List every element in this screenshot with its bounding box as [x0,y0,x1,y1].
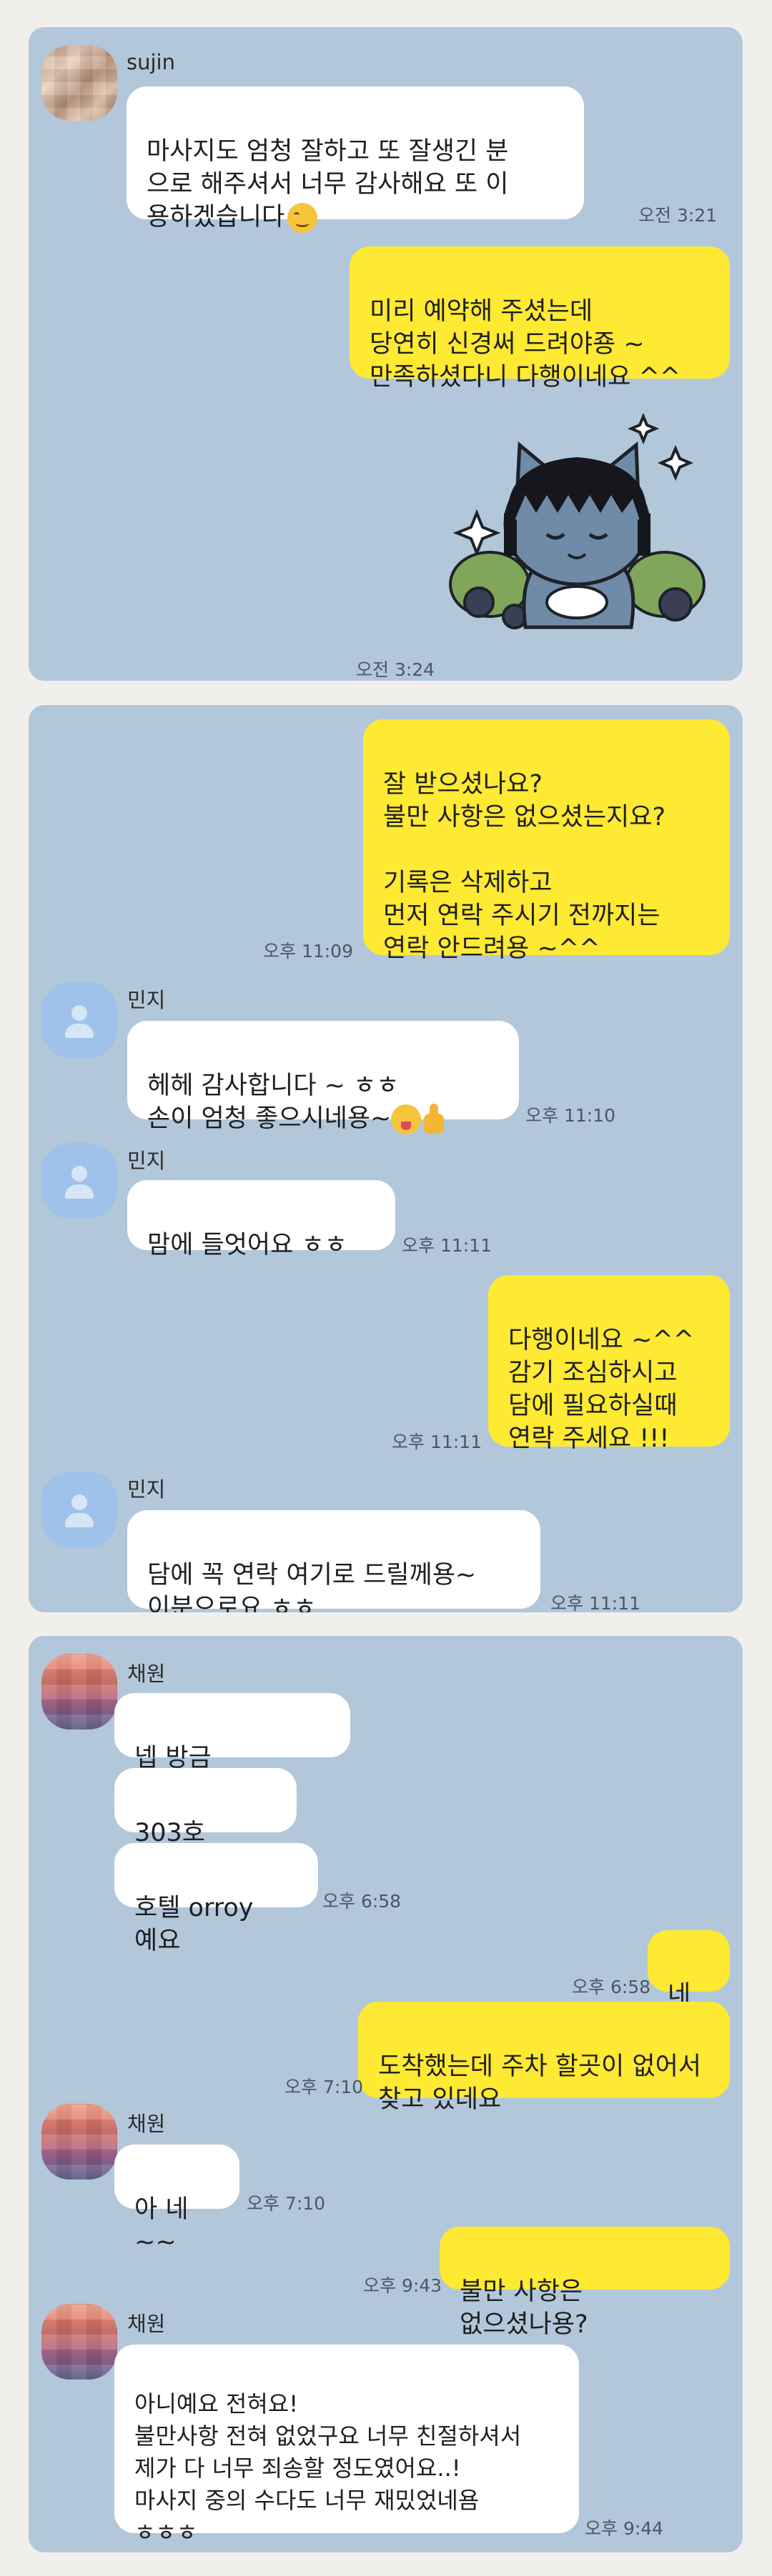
message-text: 아니예요 전혀요! 불만사항 전혀 없었구요 너무 친절하셔서 제가 다 너무 … [134,2390,522,2546]
sender-name: 민지 [127,988,166,1012]
person-icon [71,1005,87,1021]
sender-name: 민지 [127,1477,166,1502]
avatar-chaewon[interactable] [41,1654,117,1729]
message-text: 도착했는데 주차 할곳이 없어서 찾고 있데요 [378,2052,701,2114]
thumbs-up-emoji-icon [421,1104,447,1135]
message-text: 불만 사항은 없으셨나용? [460,2277,588,2339]
message-bubble-incoming[interactable]: 아 네~~ [114,2145,239,2257]
message-time: 오후 11:11 [392,1432,482,1452]
message-time: 오후 11:10 [525,1105,615,1126]
message-time: 오후 6:58 [572,1977,651,1997]
chat-panel-1: sujin 마사지도 엄청 잘하고 또 잘생긴 분 으로 해주셔서 너무 감사해… [29,27,743,681]
chat-panel-2: 잘 받으셨나요? 불만 사항은 없으셨는지요? 기록은 삭제하고 먼저 연락 주… [29,705,743,1612]
message-bubble-outgoing[interactable]: 불만 사항은 없으셨나용? [440,2227,730,2339]
message-bubble-incoming[interactable]: 담에 꼭 연락 여기로 드릴께용~ 이분으로요 ㅎㅎ [127,1510,540,1612]
message-text: 다행이네요 ~^^ 감기 조심하시고 담에 필요하실때 연락 주세요 !!! [508,1326,695,1453]
message-bubble-incoming[interactable]: 아니예요 전혀요! 불만사항 전혀 없었구요 너무 친절하셔서 제가 다 너무 … [114,2345,579,2546]
sender-name: 민지 [127,1149,166,1173]
message-text: 아 네~~ [134,2195,189,2257]
smile-emoji-icon [287,203,318,233]
winking-tongue-emoji-icon [391,1104,422,1134]
message-time: 오후 6:58 [322,1891,402,1912]
message-text: 호텔 orroy 예요 [134,1894,254,1955]
avatar-minji[interactable] [41,982,117,1058]
avatar-chaewon[interactable] [41,2304,117,2380]
message-bubble-incoming[interactable]: 넵 방금 입실해서요 [114,1693,350,1805]
message-text: 마사지도 엄청 잘하고 또 잘생긴 분 으로 해주셔서 너무 감사해요 또 이 … [147,137,509,231]
message-time: 오전 3:24 [356,659,435,680]
message-time: 오후 7:10 [247,2193,326,2214]
message-time: 오전 3:21 [638,205,718,226]
sender-name: sujin [127,50,175,74]
sender-name: 채원 [127,1662,166,1686]
chat-panel-3: 채원 넵 방금 입실해서요 303호 입니다 호텔 orroy 예요 오후 6:… [29,1636,743,2552]
message-time: 오후 11:11 [402,1235,492,1256]
avatar-minji[interactable] [41,1472,117,1547]
message-time: 오후 7:10 [284,2077,364,2097]
avatar-minji[interactable] [41,1143,117,1219]
message-time: 오후 11:09 [263,941,353,962]
kakao-neo-sticker[interactable] [440,412,711,641]
sender-name: 채원 [127,2312,166,2336]
person-icon [71,1166,87,1182]
message-bubble-incoming[interactable]: 맘에 들엇어요 ㅎㅎ [127,1180,395,1259]
message-time: 오후 9:43 [363,2275,442,2296]
message-bubble-incoming[interactable]: 303호 입니다 [114,1768,297,1880]
person-icon [71,1494,87,1510]
message-bubble-outgoing[interactable]: 잘 받으셨나요? 불만 사항은 없으셨는지요? 기록은 삭제하고 먼저 연락 주… [363,719,730,963]
message-bubble-outgoing[interactable]: 네 ~ [648,1930,730,2042]
message-text: 맘에 들엇어요 ㅎㅎ [147,1231,347,1259]
message-bubble-incoming[interactable]: 마사지도 엄청 잘하고 또 잘생긴 분 으로 해주셔서 너무 감사해요 또 이 … [127,86,584,233]
message-text: 헤헤 감사합니다 ~ ㅎㅎ 손이 엄청 좋으시네용~ [147,1072,400,1133]
message-bubble-outgoing[interactable]: 다행이네요 ~^^ 감기 조심하시고 담에 필요하실때 연락 주세요 !!! [488,1275,730,1453]
message-time: 오후 9:44 [585,2518,664,2539]
avatar-chaewon[interactable] [41,2104,117,2180]
sender-name: 채원 [127,2112,166,2136]
message-text: 잘 받으셨나요? 불만 사항은 없으셨는지요? 기록은 삭제하고 먼저 연락 주… [383,770,666,963]
message-bubble-outgoing[interactable]: 도착했는데 주차 할곳이 없어서 찾고 있데요 [358,2002,730,2114]
message-time: 오후 11:11 [550,1593,640,1612]
message-text: 미리 예약해 주셨는데 당연히 신경써 드려야죵 ~ 만족하셨다니 다행이네요 … [370,297,681,391]
message-text: 담에 꼭 연락 여기로 드릴께용~ 이분으로요 ㅎㅎ [147,1561,477,1612]
message-bubble-outgoing[interactable]: 미리 예약해 주셨는데 당연히 신경써 드려야죵 ~ 만족하셨다니 다행이네요 … [350,246,730,391]
message-bubble-incoming[interactable]: 호텔 orroy 예요 [114,1843,318,1955]
avatar-sujin[interactable] [41,45,117,121]
message-bubble-incoming[interactable]: 헤헤 감사합니다 ~ ㅎㅎ 손이 엄청 좋으시네용~ [127,1021,519,1134]
